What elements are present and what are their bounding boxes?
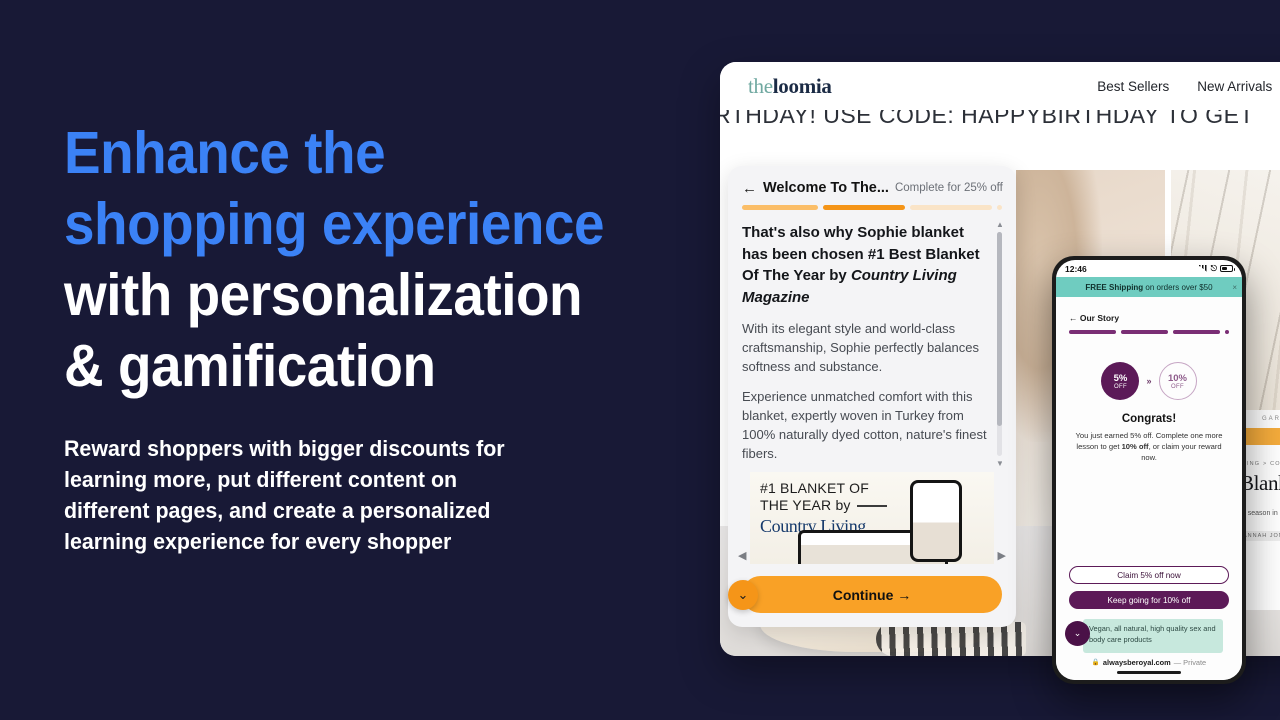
article-title: Blank: [1240, 471, 1280, 495]
reward-badges: 5% OFF » 10% OFF: [1069, 362, 1229, 400]
headline-line-1: Enhance the: [64, 120, 386, 186]
badge-next-off-label: OFF: [1171, 383, 1184, 390]
badge-current-reward: 5% OFF: [1101, 362, 1140, 400]
carousel-heading-line-1: #1 BLANKET OF: [760, 480, 869, 496]
headline-line-4: & gamification: [64, 333, 436, 399]
chevron-down-icon: ⌄: [737, 587, 749, 602]
lesson-carousel[interactable]: #1 BLANKET OF THE YEAR by Country Living…: [736, 472, 1008, 564]
progress-segment-1: [742, 205, 818, 210]
nav-link-best-sellers[interactable]: Best Sellers: [1097, 79, 1169, 94]
carousel-next-icon[interactable]: ▶: [998, 549, 1006, 562]
lesson-paragraph-1: With its elegant style and world-class c…: [742, 321, 980, 374]
collapse-widget-button[interactable]: ⌄: [728, 580, 758, 610]
lesson-progress-bar: [742, 205, 1002, 210]
article-kicker: GARDEN: [1262, 416, 1280, 422]
progress-segment-2: [823, 205, 905, 210]
phone-lesson-body: ← Our Story 5% OFF » 10% OFF Congrats! Y…: [1056, 297, 1242, 653]
phone-progress-segment-2: [1121, 330, 1168, 334]
battery-icon: [1220, 265, 1235, 272]
phone-progress-segment-3: [1173, 330, 1220, 334]
marketing-subcopy: Reward shoppers with bigger discounts fo…: [64, 436, 505, 554]
back-arrow-icon[interactable]: ←: [742, 181, 757, 196]
store-nav-links: Best Sellers New Arrivals Fe: [1097, 79, 1280, 94]
chevrons-right-icon: »: [1146, 376, 1152, 386]
lesson-paragraph-2: Experience unmatched comfort with this b…: [742, 389, 987, 461]
shipping-banner-text: FREE Shipping on orders over $50: [1085, 283, 1212, 292]
page-title: Enhance the shopping experience with per…: [64, 118, 641, 402]
carousel-prev-icon[interactable]: ◀: [738, 549, 746, 562]
lesson-scrollbar[interactable]: ▲ ▼: [996, 222, 1002, 466]
article-banner-bar: [1240, 428, 1280, 445]
phone-progress-segment-1: [1069, 330, 1116, 334]
promo-widget-toggle[interactable]: ⌄: [1065, 621, 1090, 646]
badge-next-reward: 10% OFF: [1158, 362, 1197, 400]
chevron-down-icon: ⌄: [1073, 628, 1082, 638]
carousel-slide: #1 BLANKET OF THE YEAR by Country Living: [750, 472, 994, 564]
congrats-title: Congrats!: [1121, 413, 1177, 425]
logo-the: the: [748, 73, 773, 98]
status-indicators: ⎋: [1198, 263, 1235, 274]
url-domain: alwaysberoyal.com: [1102, 657, 1171, 667]
lesson-reward-label: Complete for 25% off: [894, 182, 1003, 194]
store-navbar: theloomia Best Sellers New Arrivals Fe: [720, 62, 1280, 110]
lesson-title: Welcome To The...: [763, 180, 889, 196]
phone-mockup-image: [910, 480, 962, 562]
badge-next-percent: 10%: [1167, 372, 1187, 384]
shipping-rest: on orders over $50: [1143, 282, 1213, 292]
cellular-signal-icon: [1198, 265, 1208, 272]
wifi-icon: ⎋: [1210, 263, 1217, 273]
article-byline: ANNAH JONES: [1240, 531, 1280, 541]
claim-reward-button[interactable]: Claim 5% off now: [1069, 566, 1229, 584]
carousel-dash-icon: [856, 505, 887, 508]
phone-progress-bar: [1069, 330, 1229, 334]
carousel-heading-line-2: THE YEAR by: [760, 497, 851, 513]
badge-current-off-label: OFF: [1114, 383, 1127, 390]
status-time: 12:46: [1065, 263, 1087, 274]
lesson-content-scroll[interactable]: That's also why Sophie blanket has been …: [742, 222, 1002, 466]
phone-promo-widget: Vegan, all natural, high quality sex and…: [1065, 619, 1229, 653]
headline-line-3: with personalization: [64, 262, 583, 328]
marketing-copy: Enhance the shopping experience with per…: [64, 118, 684, 557]
url-private-label: — Private: [1173, 657, 1207, 667]
continue-button[interactable]: Continue →: [742, 576, 1002, 613]
scrollbar-thumb[interactable]: [997, 232, 1002, 426]
close-icon[interactable]: ×: [1232, 283, 1237, 292]
nav-link-new-arrivals[interactable]: New Arrivals: [1197, 79, 1272, 94]
store-logo[interactable]: theloomia: [748, 74, 832, 99]
headline-line-2: shopping experience: [64, 191, 605, 257]
phone-status-bar: 12:46 ⎋: [1056, 260, 1242, 277]
phone-cta-group: Claim 5% off now Keep going for 10% off: [1069, 566, 1229, 615]
phone-url-bar[interactable]: 🔒 alwaysberoyal.com — Private: [1056, 653, 1242, 671]
lesson-header: ← Welcome To The... Complete for 25% off: [742, 180, 1003, 196]
progress-dot: [997, 205, 1002, 210]
phone-screen: 12:46 ⎋ FREE Shipping on orders over $50…: [1056, 260, 1242, 680]
scroll-up-icon[interactable]: ▲: [996, 222, 1002, 229]
phone-home-indicator: [1056, 671, 1242, 680]
phone-progress-dot: [1225, 330, 1229, 334]
progress-segment-3: [910, 205, 992, 210]
phone-mockup: 12:46 ⎋ FREE Shipping on orders over $50…: [1052, 256, 1246, 684]
scroll-down-icon[interactable]: ▼: [996, 459, 1002, 466]
shipping-banner: FREE Shipping on orders over $50 ×: [1056, 277, 1242, 297]
logo-loomia: loomia: [772, 73, 832, 98]
lesson-panel: ← Welcome To The... Complete for 25% off…: [728, 166, 1016, 627]
congrats-part-2: , or claim your reward now.: [1141, 442, 1222, 462]
promo-widget-text: Vegan, all natural, high quality sex and…: [1083, 619, 1223, 653]
lock-icon: 🔒: [1091, 659, 1100, 666]
lesson-heading: That's also why Sophie blanket has been …: [742, 222, 990, 308]
article-breadcrumb: PING > COUNT: [1242, 461, 1280, 467]
badge-current-percent: 5%: [1113, 372, 1128, 384]
keep-going-button[interactable]: Keep going for 10% off: [1069, 591, 1229, 609]
congrats-description: You just earned 5% off. Complete one mor…: [1069, 430, 1229, 463]
article-subtitle: ry season in: [1240, 510, 1278, 517]
shipping-bold: FREE Shipping: [1085, 282, 1144, 292]
phone-back-link[interactable]: ← Our Story: [1069, 313, 1229, 323]
congrats-bold: 10% off: [1121, 442, 1149, 451]
